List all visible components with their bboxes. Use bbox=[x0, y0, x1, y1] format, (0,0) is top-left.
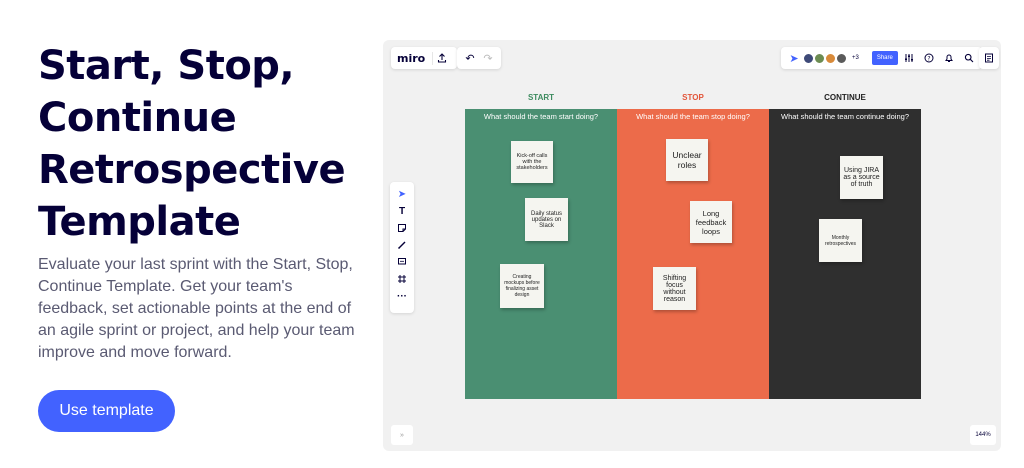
export-icon[interactable] bbox=[433, 49, 451, 67]
column-header-continue: CONTINUE bbox=[824, 93, 866, 102]
sticky-note[interactable]: Creating mockups before finalizing asset… bbox=[500, 264, 544, 308]
notifications-bell-icon[interactable] bbox=[940, 49, 958, 67]
help-icon[interactable]: ? bbox=[920, 49, 938, 67]
select-cursor-icon[interactable]: ➤ bbox=[393, 186, 411, 202]
column-question: What should the team continue doing? bbox=[780, 112, 909, 121]
page-title: Start, Stop, Continue Retrospective Temp… bbox=[38, 43, 346, 245]
column-question: What should the team stop doing? bbox=[636, 112, 750, 121]
svg-text:?: ? bbox=[927, 55, 930, 62]
undo-icon[interactable]: ↶ bbox=[461, 49, 479, 67]
board-notes-toolbar bbox=[979, 47, 999, 69]
expand-panel-button[interactable]: » bbox=[391, 425, 413, 445]
sticky-note[interactable]: Long feedback loops bbox=[690, 201, 732, 243]
cursor-follow-icon[interactable]: ➤ bbox=[785, 49, 803, 67]
avatar[interactable] bbox=[825, 52, 836, 64]
sticky-note[interactable]: Kick-off calls with the stakeholders bbox=[511, 141, 553, 183]
notes-icon[interactable] bbox=[980, 49, 998, 67]
text-tool-icon[interactable]: T bbox=[393, 203, 411, 219]
column-question: What should the team start doing? bbox=[483, 112, 599, 121]
search-icon[interactable] bbox=[960, 49, 978, 67]
sticky-note-icon[interactable] bbox=[393, 220, 411, 236]
sticky-note[interactable]: Shifting focus without reason bbox=[653, 267, 696, 310]
share-button[interactable]: Share bbox=[871, 51, 898, 65]
redo-icon[interactable]: ↷ bbox=[479, 49, 497, 67]
stop-column: What should the team stop doing? Unclear… bbox=[617, 109, 769, 399]
use-template-button[interactable]: Use template bbox=[38, 390, 175, 432]
avatar[interactable] bbox=[836, 52, 847, 64]
sticky-note[interactable]: Using JIRA as a source of truth bbox=[840, 156, 883, 199]
collaborator-count[interactable]: +3 bbox=[849, 55, 862, 61]
page-description: Evaluate your last sprint with the Start… bbox=[38, 256, 355, 361]
settings-sliders-icon[interactable] bbox=[900, 49, 918, 67]
board-toolbar-main: miro bbox=[391, 47, 458, 69]
sticky-note[interactable]: Monthly retrospectives bbox=[819, 219, 862, 262]
sticky-note[interactable]: Daily status updates on Slack bbox=[525, 198, 568, 241]
start-column: What should the team start doing? Kick-o… bbox=[465, 109, 617, 399]
more-tools-icon[interactable]: ··· bbox=[393, 288, 411, 304]
board-toolbar-collab: ➤ +3 Share ? bbox=[781, 47, 982, 69]
sticky-note[interactable]: Unclear roles bbox=[666, 139, 708, 181]
pen-icon[interactable] bbox=[393, 237, 411, 253]
frame-icon[interactable] bbox=[393, 271, 411, 287]
undo-redo-toolbar: ↶ ↷ bbox=[457, 47, 501, 69]
column-header-stop: STOP bbox=[682, 93, 704, 102]
board-preview: miro ↶ ↷ ➤ +3 Share ? ➤ T ··· START STOP… bbox=[383, 40, 1001, 451]
column-header-start: START bbox=[527, 93, 555, 102]
continue-column: What should the team continue doing? Usi… bbox=[769, 109, 921, 399]
creation-toolbar: ➤ T ··· bbox=[390, 182, 414, 313]
comment-icon[interactable] bbox=[393, 254, 411, 270]
miro-logo: miro bbox=[397, 51, 434, 65]
avatar[interactable] bbox=[814, 52, 825, 64]
avatar[interactable] bbox=[803, 52, 814, 64]
zoom-level[interactable]: 144% bbox=[970, 425, 996, 445]
